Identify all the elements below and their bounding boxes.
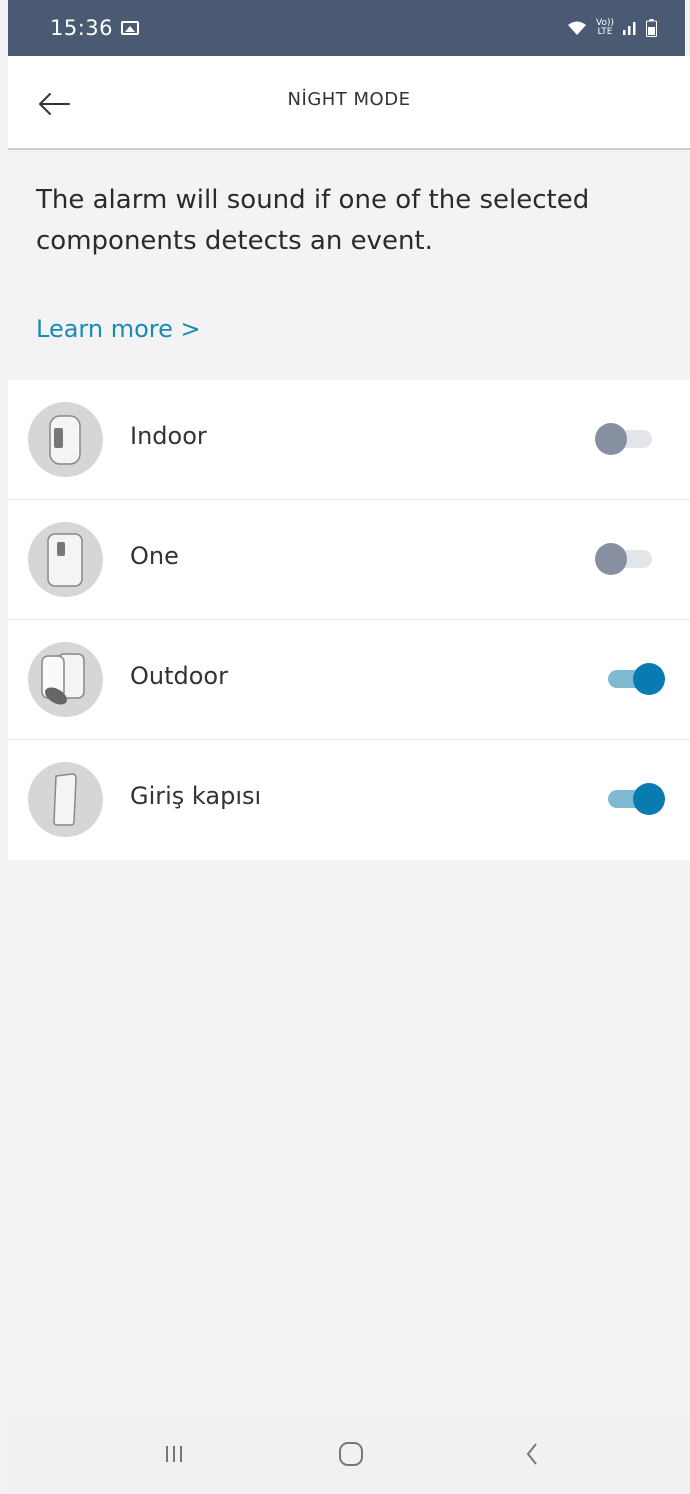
home-icon — [339, 1442, 363, 1466]
component-row-outdoor: Outdoor — [8, 620, 690, 740]
door-sensor-icon — [28, 762, 103, 837]
learn-more-link[interactable]: Learn more > — [36, 315, 201, 343]
component-row-one: One — [8, 500, 690, 620]
back-icon — [526, 1443, 537, 1465]
wifi-icon — [568, 21, 586, 35]
system-nav-bar — [8, 1412, 690, 1494]
component-label: Giriş kapısı — [130, 782, 262, 810]
recent-apps-icon — [166, 1446, 182, 1462]
signal-icon — [623, 22, 636, 35]
component-list: Indoor One Outdoor Giriş kapısı — [8, 380, 690, 860]
indoor-camera-icon — [28, 402, 103, 477]
status-icons: Vo)) LTE — [567, 19, 657, 37]
component-label: Outdoor — [130, 662, 228, 690]
page-title: NİGHT MODE — [287, 89, 411, 110]
component-row-door: Giriş kapısı — [8, 740, 690, 860]
toggle-outdoor[interactable] — [595, 661, 665, 697]
recent-apps-button[interactable] — [154, 1434, 194, 1474]
one-camera-icon — [28, 522, 103, 597]
toggle-door[interactable] — [595, 781, 665, 817]
image-notification-icon — [121, 21, 140, 35]
volte-icon: Vo)) LTE — [596, 18, 614, 37]
home-button[interactable] — [331, 1434, 371, 1474]
intro-description: The alarm will sound if one of the selec… — [36, 185, 590, 256]
status-bar: 15:36 Vo)) LTE — [8, 0, 685, 56]
intro-section: The alarm will sound if one of the selec… — [8, 150, 690, 380]
outdoor-camera-icon — [28, 642, 103, 717]
battery-icon — [646, 19, 657, 37]
component-label: Indoor — [130, 422, 207, 450]
toggle-indoor[interactable] — [595, 421, 665, 457]
toggle-one[interactable] — [595, 541, 665, 577]
status-time: 15:36 — [50, 16, 114, 40]
component-row-indoor: Indoor — [8, 380, 690, 500]
app-bar: NİGHT MODE — [8, 56, 690, 150]
component-label: One — [130, 542, 179, 570]
system-back-button[interactable] — [512, 1434, 552, 1474]
